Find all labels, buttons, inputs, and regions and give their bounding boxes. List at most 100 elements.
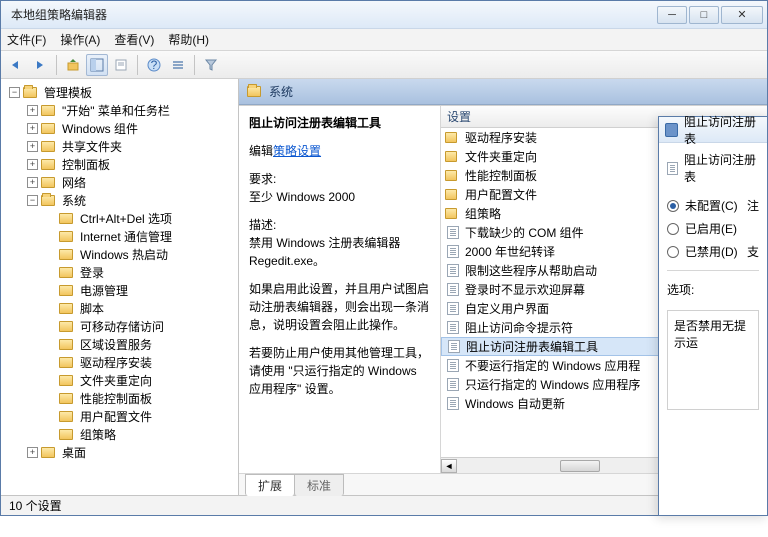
menu-help[interactable]: 帮助(H)	[168, 31, 209, 48]
tree-node[interactable]: Ctrl+Alt+Del 选项	[5, 209, 238, 227]
tree-label: 控制面板	[59, 155, 113, 174]
maximize-button[interactable]: □	[689, 6, 719, 24]
options-box: 是否禁用无提示运	[667, 310, 759, 410]
properties-button[interactable]	[110, 54, 132, 76]
tree-node[interactable]: + 网络	[5, 173, 238, 191]
tree-node[interactable]: 用户配置文件	[5, 407, 238, 425]
collapse-icon[interactable]: −	[9, 87, 20, 98]
folder-icon	[59, 249, 73, 260]
dialog-subhead-text: 阻止访问注册表	[684, 151, 759, 185]
folder-icon	[445, 189, 457, 200]
tree-label: 桌面	[59, 443, 89, 462]
list-item-label: 性能控制面板	[465, 167, 537, 184]
expand-icon[interactable]: +	[27, 177, 38, 188]
tree-node[interactable]: + 控制面板	[5, 155, 238, 173]
tree-node[interactable]: 脚本	[5, 299, 238, 317]
dialog-title: 阻止访问注册表	[684, 113, 761, 147]
edit-prefix: 编辑	[249, 144, 273, 158]
tree-node[interactable]: Windows 热启动	[5, 245, 238, 263]
body: − 管理模板 +"开始" 菜单和任务栏+Windows 组件+共享文件夹+控制面…	[1, 79, 767, 495]
tree-pane[interactable]: − 管理模板 +"开始" 菜单和任务栏+Windows 组件+共享文件夹+控制面…	[1, 79, 239, 495]
folder-icon	[41, 195, 55, 206]
tree-node[interactable]: 文件夹重定向	[5, 371, 238, 389]
tree-label: 文件夹重定向	[77, 371, 155, 390]
tree-node[interactable]: 区域设置服务	[5, 335, 238, 353]
folder-icon	[59, 213, 73, 224]
tab-standard[interactable]: 标准	[294, 474, 344, 496]
content-header: 系统	[239, 79, 767, 105]
expand-icon[interactable]: +	[27, 105, 38, 116]
tree-node[interactable]: + "开始" 菜单和任务栏	[5, 101, 238, 119]
description: 描述: 禁用 Windows 注册表编辑器 Regedit.exe。	[249, 216, 430, 270]
policy-icon	[447, 264, 459, 277]
filter-button[interactable]	[200, 54, 222, 76]
tree-node[interactable]: 电源管理	[5, 281, 238, 299]
list-item-label: 组策略	[465, 205, 501, 222]
desc-paragraph-2: 若要防止用户使用其他管理工具，请使用 "只运行指定的 Windows 应用程序"…	[249, 344, 430, 398]
svg-text:?: ?	[151, 58, 158, 72]
close-button[interactable]: ✕	[721, 6, 763, 24]
tree-pane-icon	[90, 58, 104, 72]
help-button[interactable]: ?	[143, 54, 165, 76]
tree-node[interactable]: 组策略	[5, 425, 238, 443]
list-item-label: 下载缺少的 COM 组件	[465, 224, 584, 241]
tree-label: "开始" 菜单和任务栏	[59, 101, 173, 120]
tree-node[interactable]: 可移动存储访问	[5, 317, 238, 335]
expand-icon[interactable]: +	[27, 141, 38, 152]
radio-label: 已禁用(D)	[685, 243, 738, 260]
scroll-thumb[interactable]	[560, 460, 600, 472]
expand-icon[interactable]: +	[27, 159, 38, 170]
menu-action[interactable]: 操作(A)	[60, 31, 100, 48]
up-button[interactable]	[62, 54, 84, 76]
folder-icon	[41, 177, 55, 188]
policy-icon	[447, 226, 459, 239]
list-icon	[171, 58, 185, 72]
requirements: 要求: 至少 Windows 2000	[249, 170, 430, 206]
radio-not-configured[interactable]: 未配置(C) 注	[667, 197, 759, 214]
status-text: 10 个设置	[9, 497, 62, 514]
tree-node[interactable]: 登录	[5, 263, 238, 281]
menu-view[interactable]: 查看(V)	[114, 31, 154, 48]
tree-label: Windows 组件	[59, 119, 141, 138]
scroll-left-button[interactable]: ◄	[441, 459, 457, 473]
radio-enabled[interactable]: 已启用(E)	[667, 220, 759, 237]
forward-button[interactable]	[29, 54, 51, 76]
folder-icon	[59, 339, 73, 350]
show-tree-button[interactable]	[86, 54, 108, 76]
funnel-icon	[204, 58, 218, 72]
folder-icon	[41, 123, 55, 134]
back-button[interactable]	[5, 54, 27, 76]
folder-icon	[59, 285, 73, 296]
folder-icon	[41, 141, 55, 152]
tree-node[interactable]: Internet 通信管理	[5, 227, 238, 245]
tree-label: 网络	[59, 173, 89, 192]
list-item-label: 阻止访问命令提示符	[465, 319, 573, 336]
policy-icon	[447, 302, 459, 315]
list-button[interactable]	[167, 54, 189, 76]
expand-icon[interactable]: +	[27, 123, 38, 134]
collapse-icon[interactable]: −	[27, 195, 38, 206]
tree-label: 区域设置服务	[77, 335, 155, 354]
folder-icon	[41, 159, 55, 170]
window-title: 本地组策略编辑器	[5, 6, 655, 23]
folder-icon	[59, 375, 73, 386]
tree-node[interactable]: + Windows 组件	[5, 119, 238, 137]
tree-node[interactable]: +共享文件夹	[5, 137, 238, 155]
menu-file[interactable]: 文件(F)	[7, 31, 46, 48]
description-pane: 阻止访问注册表编辑工具 编辑策略设置 要求: 至少 Windows 2000 描…	[239, 106, 441, 473]
edit-policy-link[interactable]: 策略设置	[273, 144, 321, 158]
dialog-separator	[667, 270, 759, 271]
radio-disabled[interactable]: 已禁用(D) 支	[667, 243, 759, 260]
tree-node[interactable]: 驱动程序安装	[5, 353, 238, 371]
tab-extended[interactable]: 扩展	[245, 474, 295, 496]
tree-label: 组策略	[77, 425, 119, 444]
tree-node-system[interactable]: − 系统	[5, 191, 238, 209]
tree-node-desktop[interactable]: + 桌面	[5, 443, 238, 461]
tree-node-root[interactable]: − 管理模板	[5, 83, 238, 101]
folder-icon	[59, 357, 73, 368]
list-item-label: 文件夹重定向	[465, 148, 537, 165]
expand-icon[interactable]: +	[27, 447, 38, 458]
desc-label: 描述:	[249, 218, 276, 232]
tree-node[interactable]: 性能控制面板	[5, 389, 238, 407]
minimize-button[interactable]: ─	[657, 6, 687, 24]
